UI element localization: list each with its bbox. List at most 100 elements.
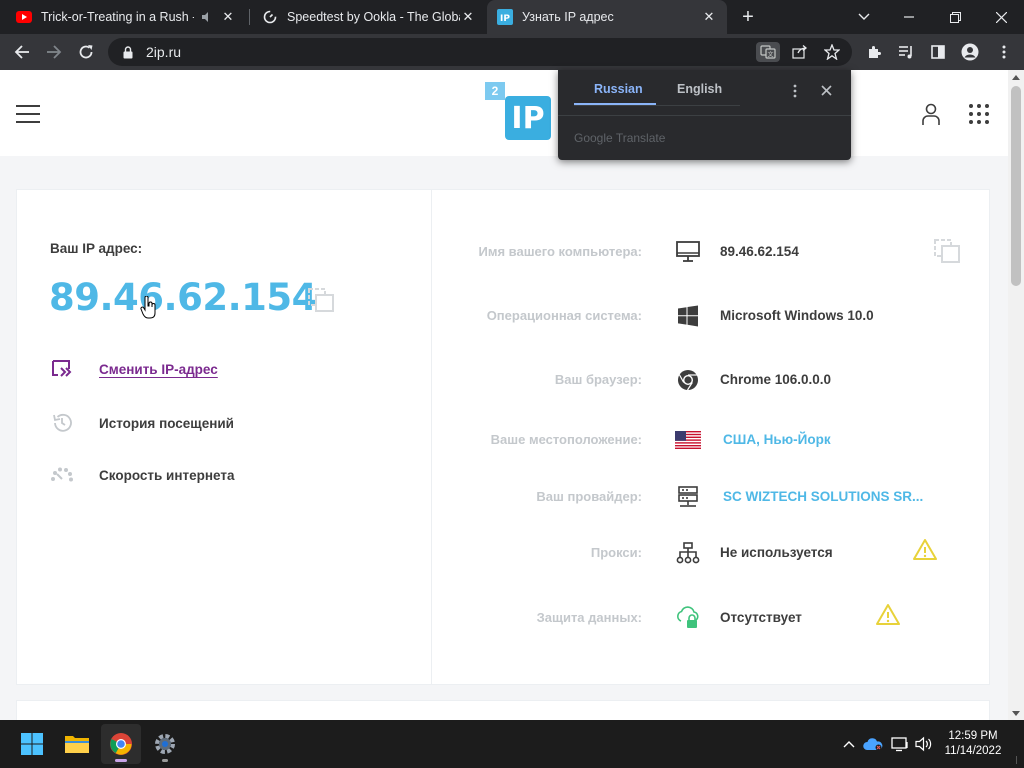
hamburger-menu-icon[interactable] (16, 105, 40, 123)
network-display-icon[interactable] (890, 734, 910, 754)
history-label[interactable]: История посещений (99, 416, 234, 431)
web-page: 2 IP Ваш IP адрес: 89.46.62.154 Сменить … (0, 70, 1008, 720)
svg-text:文: 文 (767, 51, 773, 59)
apps-grid-icon[interactable] (967, 102, 991, 126)
chrome-taskbar-icon[interactable] (101, 724, 141, 764)
provider-link[interactable]: SC WIZTECH SOLUTIONS SR... (723, 489, 923, 504)
warning-icon[interactable] (876, 603, 900, 627)
volume-speaker-icon[interactable] (914, 734, 934, 754)
windows-icon (675, 303, 701, 329)
speed-test-link[interactable]: Скорость интернета (49, 463, 234, 487)
forward-button[interactable] (40, 38, 68, 66)
ip-address-value[interactable]: 89.46.62.154 (49, 276, 317, 319)
info-label: Защита данных: (536, 610, 642, 625)
info-label: Ваш провайдер: (536, 489, 642, 504)
address-bar[interactable]: 2ip.ru 文 (108, 38, 852, 66)
scroll-down-arrow-icon[interactable] (1008, 706, 1024, 720)
info-row-proxy: Прокси: Не используется (432, 538, 990, 568)
location-link[interactable]: США, Нью-Йорк (723, 432, 831, 447)
clock-date: 11/14/2022 (944, 745, 1002, 757)
info-value: 89.46.62.154 (720, 244, 799, 259)
copy-icon[interactable] (307, 287, 335, 313)
history-link[interactable]: История посещений (49, 411, 234, 435)
lock-icon[interactable] (120, 44, 136, 60)
clock-time: 12:59 PM (948, 730, 998, 742)
site-header: 2 IP (0, 70, 1008, 156)
tab-title: Узнать IP адрес (522, 10, 614, 24)
settings-gear-icon[interactable] (145, 724, 185, 764)
tab-divider (574, 105, 740, 106)
close-tab-icon[interactable]: ✕ (220, 9, 236, 25)
url-text[interactable]: 2ip.ru (146, 44, 181, 60)
reload-button[interactable] (72, 38, 100, 66)
change-ip-label[interactable]: Сменить IP-адрес (99, 362, 218, 377)
info-value: Microsoft Windows 10.0 (720, 308, 874, 323)
media-control-icon[interactable] (892, 38, 920, 66)
tab-title: Speedtest by Ookla - The Global (287, 10, 460, 24)
more-options-icon[interactable] (786, 82, 804, 100)
side-panel-icon[interactable] (924, 38, 952, 66)
chrome-menu-icon[interactable] (990, 38, 1018, 66)
show-desktop-button[interactable] (1016, 756, 1020, 764)
new-tab-button[interactable]: + (736, 0, 760, 34)
google-translate-icon[interactable]: 文 (756, 42, 780, 62)
close-tab-icon[interactable]: ✕ (701, 9, 717, 25)
info-row-location: Ваше местоположение: США, Нью-Йорк (432, 425, 990, 455)
bookmark-star-icon[interactable] (820, 42, 844, 62)
info-row-os: Операционная система: Microsoft Windows … (432, 301, 990, 331)
tab-youtube[interactable]: Trick-or-Treating in a Rush - ✕ (6, 0, 246, 34)
tab-separator (249, 9, 250, 25)
scroll-up-arrow-icon[interactable] (1008, 70, 1024, 84)
page-scrollbar[interactable] (1008, 70, 1024, 720)
us-flag-icon (675, 427, 701, 453)
minimize-window-button[interactable] (894, 0, 924, 34)
start-button[interactable] (12, 724, 52, 764)
info-row-browser: Ваш браузер: Chrome 106.0.0.0 (432, 365, 990, 395)
extensions-icon[interactable] (860, 38, 888, 66)
hand-cursor-icon (140, 296, 156, 319)
server-icon (675, 484, 701, 510)
tab-speedtest[interactable]: Speedtest by Ookla - The Global ✕ (252, 0, 486, 34)
svg-text:IP: IP (500, 14, 510, 24)
restore-window-button[interactable] (940, 0, 970, 34)
speed-test-label[interactable]: Скорость интернета (99, 468, 234, 483)
close-icon[interactable] (817, 81, 835, 99)
change-ip-link[interactable]: Сменить IP-адрес (49, 357, 218, 381)
secondary-card (16, 700, 990, 720)
info-label: Прокси: (590, 545, 642, 560)
browser-toolbar: 2ip.ru 文 (0, 34, 1024, 70)
2ip-icon: IP (497, 9, 513, 25)
youtube-icon (16, 9, 32, 25)
onedrive-cloud-icon[interactable] (863, 734, 883, 754)
info-value: Chrome 106.0.0.0 (720, 372, 832, 387)
show-hidden-icons-chevron-icon[interactable] (839, 734, 859, 754)
tab-search-icon[interactable] (850, 0, 878, 34)
running-app-indicator (162, 759, 168, 762)
language-tab-english[interactable]: English (677, 82, 722, 96)
scroll-thumb[interactable] (1011, 86, 1021, 286)
history-icon (49, 411, 75, 435)
info-label: Ваше местоположение: (490, 432, 642, 447)
audio-playing-icon[interactable] (200, 9, 214, 25)
user-account-icon[interactable] (919, 102, 943, 126)
ip-label: Ваш IP адрес: (50, 241, 143, 256)
change-ip-icon (49, 357, 75, 381)
file-explorer-icon[interactable] (57, 724, 97, 764)
system-clock[interactable]: 12:59 PM 11/14/2022 (938, 729, 1008, 759)
info-label: Операционная система: (486, 308, 642, 323)
chrome-icon (675, 367, 701, 393)
tab-2ip[interactable]: IP Узнать IP адрес ✕ (487, 0, 727, 34)
close-tab-icon[interactable]: ✕ (460, 9, 476, 25)
info-label: Имя вашего компьютера: (478, 244, 642, 259)
copy-icon[interactable] (933, 238, 961, 264)
tab-title: Trick-or-Treating in a Rush - (41, 10, 194, 24)
back-button[interactable] (8, 38, 36, 66)
close-window-button[interactable] (986, 0, 1016, 34)
warning-icon[interactable] (913, 538, 937, 562)
info-value: Не используется (720, 545, 833, 560)
windows-taskbar: 12:59 PM 11/14/2022 (0, 720, 1024, 768)
share-icon[interactable] (788, 42, 812, 62)
site-logo[interactable]: 2 IP (485, 82, 551, 140)
language-tab-russian[interactable]: Russian (594, 82, 643, 96)
profile-avatar-icon[interactable] (956, 38, 984, 66)
